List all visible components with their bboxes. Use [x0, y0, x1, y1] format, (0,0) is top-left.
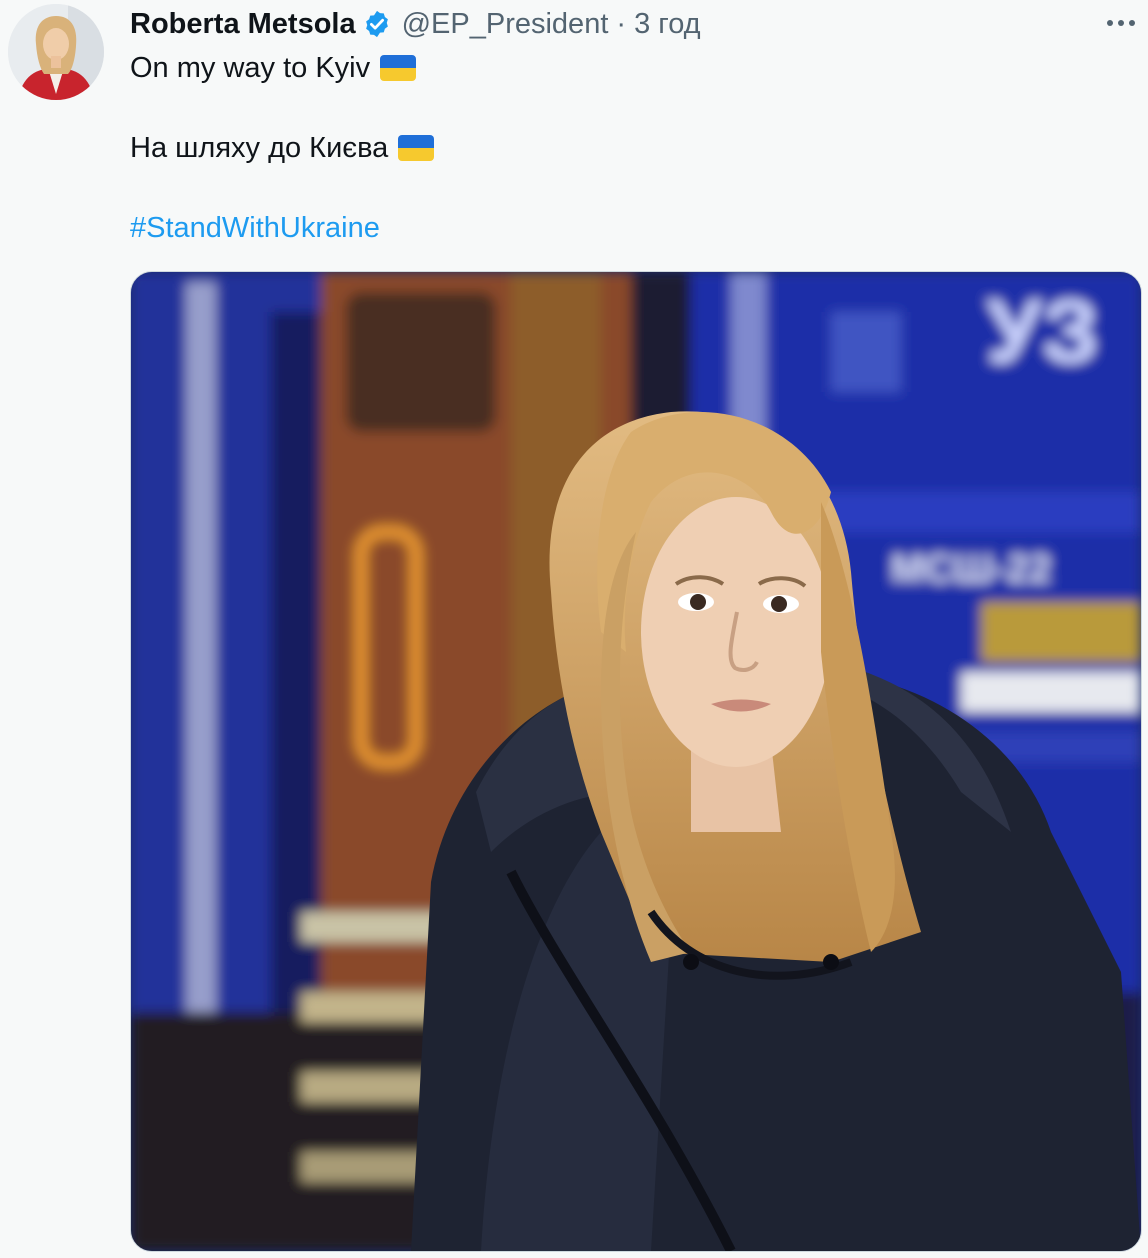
avatar[interactable]	[8, 4, 104, 100]
author-name[interactable]: Roberta Metsola	[130, 8, 356, 41]
train-logo: УЗ	[986, 282, 1098, 382]
tweet-text-line-2: На шляху до Києва	[130, 130, 435, 166]
hashtag-link[interactable]: #StandWithUkraine	[130, 210, 380, 246]
author-handle[interactable]: @EP_President	[402, 8, 609, 41]
more-options-icon[interactable]	[1104, 8, 1138, 38]
ukraine-flag-icon	[398, 135, 435, 161]
tweet-header: Roberta Metsola @EP_President · 3 год	[130, 4, 701, 44]
tweet-text-ukrainian: На шляху до Києва	[130, 132, 389, 164]
tweet-hashtag-line: #StandWithUkraine	[130, 210, 380, 246]
tweet-text-line-1: On my way to Kyiv	[130, 50, 417, 86]
tweet-photo[interactable]: УЗ МСШ-22	[130, 271, 1142, 1252]
header-separator: ·	[616, 7, 627, 40]
tweet-text-english: On my way to Kyiv	[130, 52, 371, 84]
tweet-timestamp[interactable]: 3 год	[634, 8, 701, 41]
verified-badge-icon	[362, 9, 392, 39]
train-marking: МСШ-22	[891, 547, 1051, 591]
ukraine-flag-icon	[380, 55, 417, 81]
tweet-card[interactable]: Roberta Metsola @EP_President · 3 год On…	[0, 0, 1148, 1258]
